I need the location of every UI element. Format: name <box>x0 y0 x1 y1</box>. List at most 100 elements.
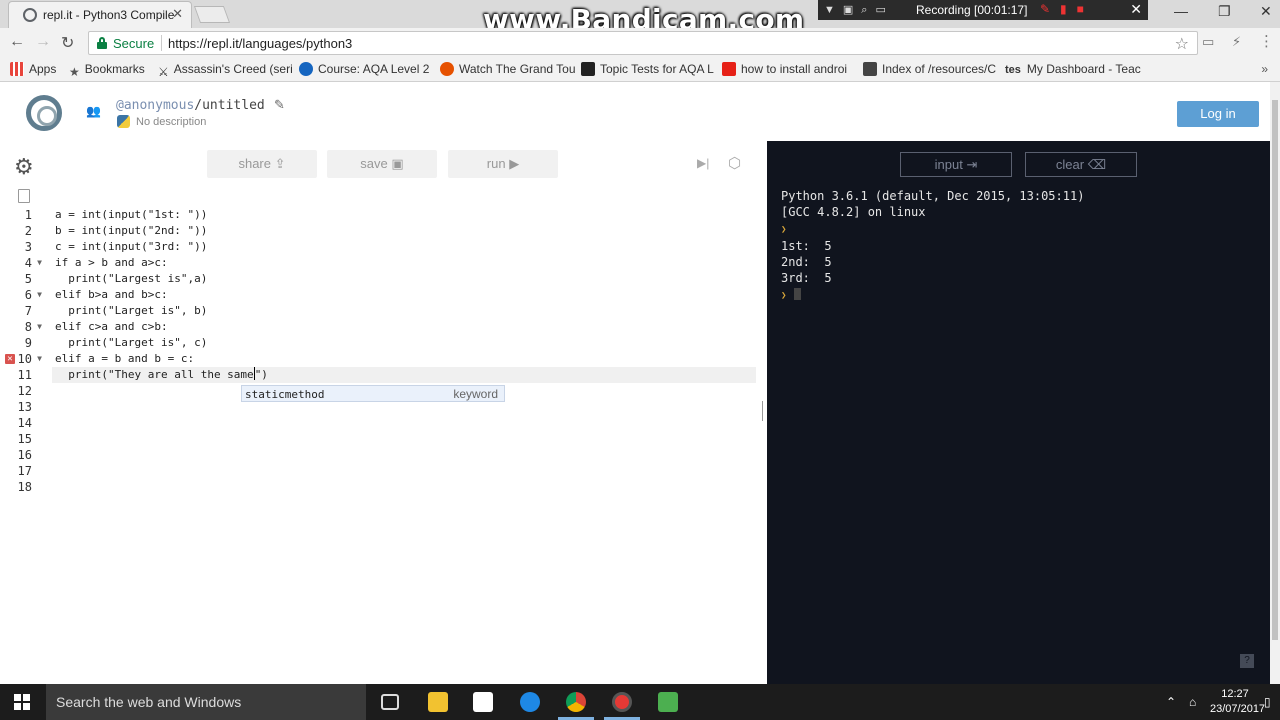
store-icon[interactable] <box>473 692 493 712</box>
fold-arrow-icon[interactable]: ▼ <box>37 255 42 271</box>
edit-pencil-icon[interactable]: ✎ <box>274 97 285 113</box>
minimize-icon[interactable]: — <box>1174 3 1188 19</box>
forward-icon[interactable]: → <box>35 33 51 51</box>
scrollbar-thumb[interactable] <box>1272 100 1278 640</box>
moodle-icon <box>299 62 313 76</box>
recording-status: Recording [00:01:17] <box>916 3 1028 17</box>
clear-icon: ⌫ <box>1087 157 1107 172</box>
browser-toolbar: ← → ↻ Secure https://repl.it/languages/p… <box>0 28 1280 58</box>
input-button[interactable]: input ⇥ <box>900 152 1012 177</box>
bookmark-my-dashboard[interactable]: tes My Dashboard - Teac <box>1005 62 1141 76</box>
code-line[interactable]: elif b>a and b>c: <box>52 287 756 303</box>
share-icon: ⇪ <box>274 156 286 171</box>
code-line[interactable]: elif c>a and c>b: <box>52 319 756 335</box>
code-line[interactable] <box>52 431 756 447</box>
project-owner[interactable]: @anonymous <box>116 98 194 113</box>
code-line[interactable]: b = int(input("2nd: ")) <box>52 223 756 239</box>
error-marker-icon[interactable]: ✕ <box>5 354 15 364</box>
notepad-icon[interactable] <box>658 692 678 712</box>
help-icon[interactable]: ? <box>1240 654 1254 668</box>
tray-expand-icon[interactable]: ⌃ <box>1166 695 1176 709</box>
project-description[interactable]: No description <box>136 116 206 128</box>
network-icon[interactable]: ⌂ <box>1189 695 1196 709</box>
bookmark-topic-tests[interactable]: Topic Tests for AQA L <box>581 62 714 76</box>
code-line[interactable]: print("Largest is",a) <box>52 271 756 287</box>
file-icon[interactable] <box>18 189 30 203</box>
pane-splitter[interactable] <box>760 141 767 684</box>
autocomplete-suggestion[interactable]: staticmethod <box>245 387 324 402</box>
browser-tab[interactable]: repl.it - Python3 Compile ✕ <box>8 1 192 28</box>
address-bar[interactable]: Secure https://repl.it/languages/python3… <box>88 31 1198 55</box>
chrome-icon[interactable] <box>566 692 586 712</box>
bookmark-star-icon[interactable]: ☆ <box>1175 34 1189 54</box>
bookmark-apps[interactable]: Apps <box>10 62 56 76</box>
close-window-icon[interactable]: ✕ <box>1260 3 1272 20</box>
code-line[interactable]: elif a = b and b = c: <box>52 351 756 367</box>
recorder-control-icons[interactable]: ✎▮■ <box>1040 2 1094 16</box>
login-button[interactable]: Log in <box>1177 101 1259 127</box>
code-line[interactable] <box>52 415 756 431</box>
menu-icon[interactable]: ⋮ <box>1259 32 1274 50</box>
gear-icon[interactable]: ⚙ <box>14 154 34 180</box>
package-icon[interactable]: ⬡ <box>728 154 741 172</box>
bandicam-icon[interactable] <box>612 692 632 712</box>
more-bookmarks-icon[interactable]: » <box>1261 62 1268 76</box>
save-icon: ▣ <box>391 156 404 171</box>
apps-grid-icon <box>10 62 24 76</box>
repl-logo-icon[interactable] <box>26 95 62 131</box>
code-line[interactable]: if a > b and a>c: <box>52 255 756 271</box>
repl-favicon-icon <box>23 8 37 22</box>
bookmark-grand-tour[interactable]: Watch The Grand Tou <box>440 62 576 76</box>
recorder-tool-icons[interactable]: ▼▣⌕▭ <box>824 3 894 17</box>
autocomplete-popup[interactable]: staticmethod keyword <box>241 385 505 402</box>
recorder-close-icon[interactable]: ✕ <box>1130 1 1142 18</box>
line-number: 6 ▼ <box>24 287 42 303</box>
code-line[interactable]: print("Larget is", b) <box>52 303 756 319</box>
code-line[interactable] <box>52 463 756 479</box>
code-content[interactable]: a = int(input("1st: ")) b = int(input("2… <box>52 207 756 495</box>
bookmark-course-aqa[interactable]: Course: AQA Level 2 <box>299 62 429 76</box>
code-line[interactable]: c = int(input("3rd: ")) <box>52 239 756 255</box>
code-line[interactable] <box>52 447 756 463</box>
fold-arrow-icon[interactable]: ▼ <box>37 319 42 335</box>
cast-icon[interactable]: ▭ <box>1202 34 1214 50</box>
save-button[interactable]: save ▣ <box>327 150 437 178</box>
code-line-active[interactable]: print("They are all the same") <box>52 367 756 383</box>
fold-arrow-icon[interactable]: ▼ <box>37 351 42 367</box>
bookmark-youtube-android[interactable]: how to install androi <box>722 62 847 76</box>
code-line[interactable]: a = int(input("1st: ")) <box>52 207 756 223</box>
share-button[interactable]: share ⇪ <box>207 150 317 178</box>
code-line[interactable]: print("Larget is", c) <box>52 335 756 351</box>
line-number: 5 <box>24 272 32 286</box>
page-scrollbar[interactable] <box>1270 82 1280 684</box>
edge-icon[interactable] <box>520 692 540 712</box>
prompt-icon: ❯ <box>781 291 787 301</box>
task-view-icon[interactable] <box>381 694 399 710</box>
reload-icon[interactable]: ↻ <box>61 33 74 53</box>
new-tab-button[interactable] <box>193 6 231 23</box>
fold-arrow-icon[interactable]: ▼ <box>37 287 42 303</box>
code-line[interactable] <box>52 479 756 495</box>
bookmark-index-resources[interactable]: Index of /resources/C <box>863 62 996 76</box>
action-center-icon[interactable]: ▯ <box>1264 695 1271 709</box>
step-icon[interactable]: ▶| <box>697 156 709 170</box>
close-tab-icon[interactable]: ✕ <box>172 6 183 22</box>
line-number: 9 <box>24 336 32 350</box>
grand-tour-icon <box>440 62 454 76</box>
back-icon[interactable]: ← <box>9 33 25 51</box>
file-explorer-icon[interactable] <box>428 692 448 712</box>
console-output[interactable]: Python 3.6.1 (default, Dec 2015, 13:05:1… <box>781 188 1084 304</box>
clear-button[interactable]: clear ⌫ <box>1025 152 1137 177</box>
code-editor-panel: ⚙ share ⇪ save ▣ run ▶ ▶| ⬡ 1 2 3 4 ▼ 5 6… <box>0 141 760 684</box>
bookmark-bookmarks[interactable]: ★ Bookmarks <box>69 62 145 79</box>
taskbar-search-box[interactable]: Search the web and Windows <box>46 684 366 720</box>
run-button[interactable]: run ▶ <box>448 150 558 178</box>
windows-start-icon[interactable] <box>14 694 30 710</box>
url-text[interactable]: https://repl.it/languages/python3 <box>168 36 352 51</box>
extension-icon[interactable]: ⚡ <box>1232 34 1241 50</box>
bookmark-assassins-creed[interactable]: ⚔ Assassin's Creed (seri <box>158 62 293 79</box>
restore-icon[interactable]: ❐ <box>1218 3 1231 20</box>
line-number: 11 <box>17 368 32 382</box>
taskbar-clock[interactable]: 12:27 23/07/2017 <box>1210 687 1265 717</box>
url-divider <box>161 35 162 51</box>
